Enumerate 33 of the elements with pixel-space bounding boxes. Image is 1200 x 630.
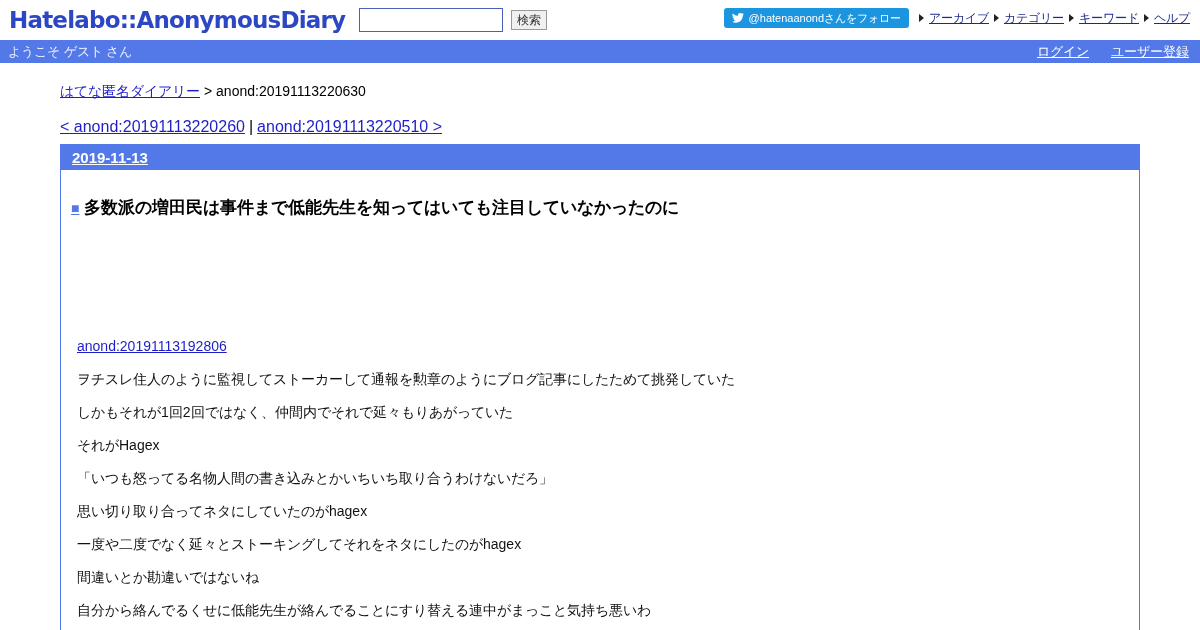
date-link[interactable]: 2019-11-13 [72,149,148,166]
chevron-icon [919,14,924,22]
reference-link[interactable]: anond:20191113192806 [77,338,227,354]
body-text: 自分から絡んでるくせに低能先生が絡んでることにすり替える連中がまっこと気持ち悪いわ [77,601,652,619]
chevron-icon [1144,14,1149,22]
body-text: 「いつも怒ってる名物人間の書き込みとかいちいち取り合うわけないだろ」 [77,469,554,487]
body-text: 思い切り取り合ってネタにしていたのがhagex [77,502,369,520]
search-field[interactable] [359,8,504,32]
follow-label: @hatenaanondさんをフォロー [748,10,901,26]
search-button[interactable]: 検索 [511,10,548,30]
chevron-icon [994,14,999,22]
prev-link[interactable]: < anond:20191113220260 [60,118,245,136]
body-text: 間違いとか勘違いではないね [77,568,260,586]
pager-separator: | [248,118,254,136]
title-mark-link[interactable]: ■ [71,199,80,216]
welcome-text: ようこそ ゲスト さん [8,42,133,61]
breadcrumb-link[interactable]: はてな匿名ダイアリー [60,83,200,101]
body-text: ヲチスレ住人のように監視してストーカーして通報を勲章のようにブログ記事にしたためて挑発していた [77,370,736,388]
body-text: それがHagex [77,436,161,454]
user-link[interactable]: ログイン [1037,42,1089,61]
entry-title: 多数派の増田民は事件まで低能先生を知ってはいても注目していなかったのに [84,197,680,219]
breadcrumb-current: > anond:20191113220630 [204,83,366,101]
chevron-icon [1069,14,1074,22]
body-text: しかもそれが1回2回ではなく、仲間内でそれで延々もりあがっていた [77,403,514,421]
body-text: 一度や二度でなく延々とストーキングしてそれをネタにしたのがhagex [77,535,523,553]
user-link[interactable]: ユーザー登録 [1111,42,1189,61]
bird-icon [731,13,744,23]
next-link[interactable]: anond:20191113220510 > [257,118,443,136]
nav-link[interactable]: アーカイブ [929,9,989,27]
nav-link[interactable]: キーワード [1079,9,1139,27]
site-logo[interactable]: Hatelabo::AnonymousDiary [9,7,346,33]
nav-link[interactable]: ヘルプ [1154,9,1190,27]
nav-link[interactable]: カテゴリー [1004,9,1064,27]
